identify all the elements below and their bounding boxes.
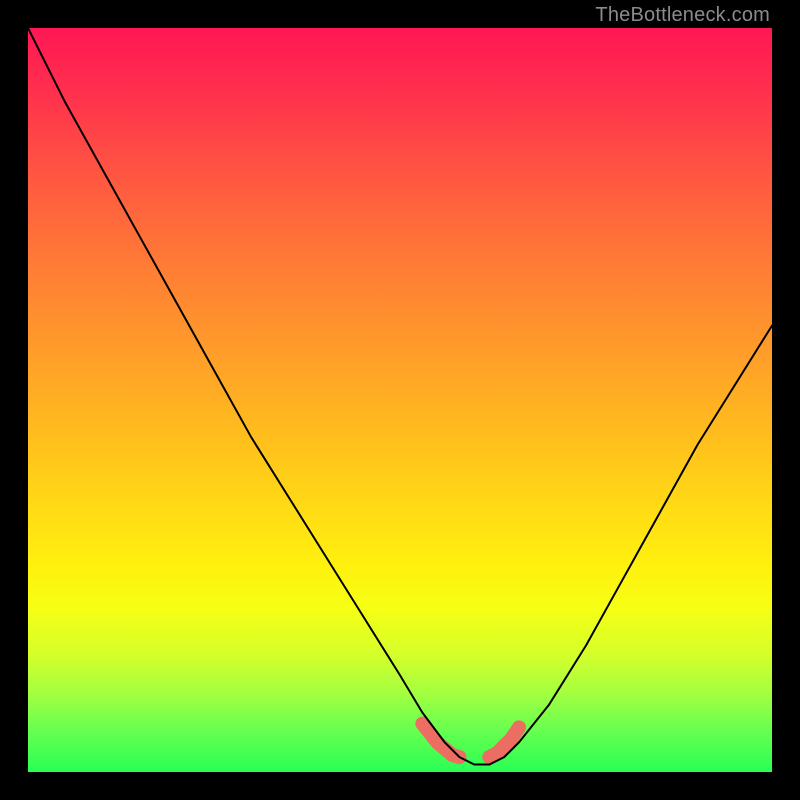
bottom-accent-group bbox=[422, 724, 519, 757]
curve-path bbox=[28, 28, 772, 765]
bottom-accent-right bbox=[489, 727, 519, 757]
plot-area bbox=[28, 28, 772, 772]
chart-frame: TheBottleneck.com bbox=[0, 0, 800, 800]
watermark-text: TheBottleneck.com bbox=[595, 4, 770, 27]
chart-overlay bbox=[28, 28, 772, 772]
